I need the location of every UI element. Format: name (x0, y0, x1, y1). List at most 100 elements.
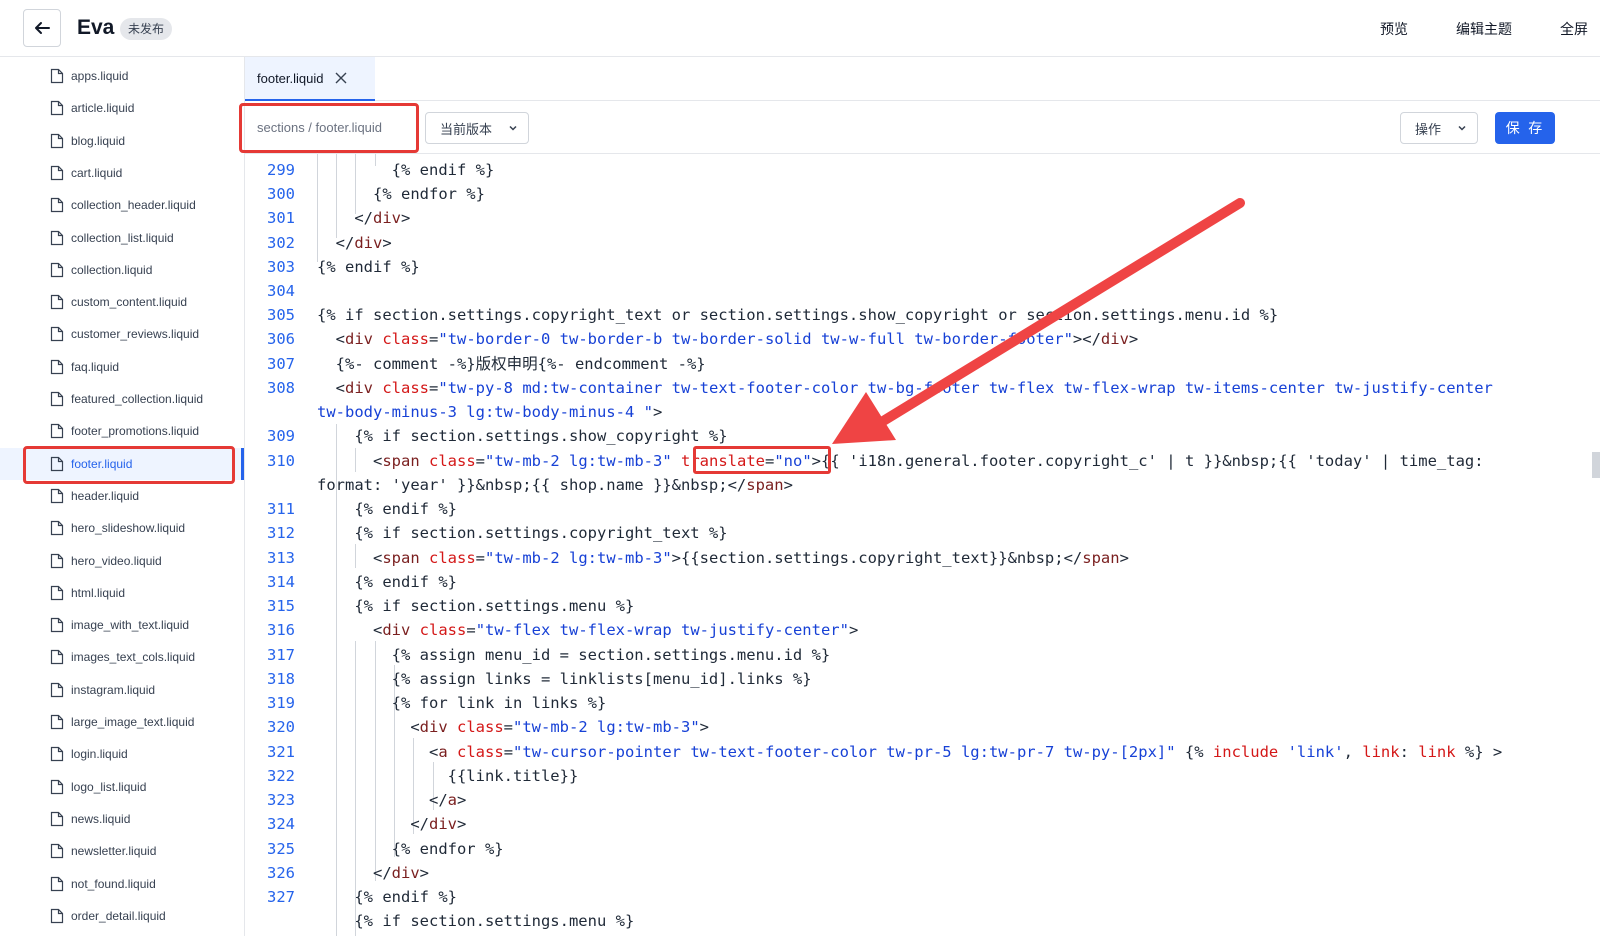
code-line: {% assign menu_id = section.settings.men… (317, 646, 831, 664)
code-line: {% if section.settings.show_copyright %} (317, 427, 728, 445)
line-number: 299 (267, 161, 295, 179)
scroll-marker[interactable] (1592, 452, 1600, 478)
code-line: </a> (317, 791, 467, 809)
line-number: 314 (267, 573, 295, 591)
sidebar-item-footer_promotions-liquid[interactable]: footer_promotions.liquid (0, 415, 244, 447)
sidebar-item-large_image_text-liquid[interactable]: large_image_text.liquid (0, 706, 244, 738)
sidebar-item-header-liquid[interactable]: header.liquid (0, 480, 244, 512)
line-number: 324 (267, 815, 295, 833)
preview-button[interactable]: 预览 (1380, 19, 1408, 39)
file-icon (50, 424, 64, 439)
code-line: {% endif %} (317, 258, 420, 276)
sidebar-item-label: featured_collection.liquid (71, 392, 204, 406)
file-icon (50, 650, 64, 665)
code-line: </div> (317, 209, 411, 227)
sidebar-item-logo_list-liquid[interactable]: logo_list.liquid (0, 771, 244, 803)
sidebar-item-collection-liquid[interactable]: collection.liquid (0, 254, 244, 286)
code-line: <span class="tw-mb-2 lg:tw-mb-3">{{secti… (317, 549, 1129, 567)
code-line: {% endif %} (317, 888, 457, 906)
code-line: {% if section.settings.copyright_text or… (317, 306, 1279, 324)
code-line: <div class="tw-py-8 md:tw-container tw-t… (317, 379, 1493, 397)
file-icon (50, 779, 64, 794)
sidebar-item-customer_reviews-liquid[interactable]: customer_reviews.liquid (0, 318, 244, 350)
file-icon (50, 876, 64, 891)
sidebar-item-faq-liquid[interactable]: faq.liquid (0, 351, 244, 383)
line-number: 322 (267, 767, 295, 785)
file-icon (50, 133, 64, 148)
sidebar-item-blog-liquid[interactable]: blog.liquid (0, 125, 244, 157)
file-icon (50, 262, 64, 277)
sidebar-item-newsletter-liquid[interactable]: newsletter.liquid (0, 835, 244, 867)
line-number: 302 (267, 234, 295, 252)
sidebar-item-news-liquid[interactable]: news.liquid (0, 803, 244, 835)
sidebar-item-order_detail-liquid[interactable]: order_detail.liquid (0, 900, 244, 932)
line-number: 321 (267, 743, 295, 761)
action-select[interactable]: 操作 (1400, 112, 1478, 144)
sidebar-item-instagram-liquid[interactable]: instagram.liquid (0, 674, 244, 706)
file-icon (50, 391, 64, 407)
code-line: </div> (317, 815, 467, 833)
tab-footer-liquid[interactable]: footer.liquid (245, 57, 375, 101)
header-actions: 预览 编辑主题 全屏 (1332, 0, 1588, 57)
version-select[interactable]: 当前版本 (425, 112, 529, 144)
file-icon (50, 68, 64, 84)
sidebar-item-label: images_text_cols.liquid (71, 650, 196, 665)
file-icon (50, 521, 64, 536)
fullscreen-button[interactable]: 全屏 (1560, 19, 1588, 39)
file-icon (50, 230, 64, 245)
sidebar-item-hero_video-liquid[interactable]: hero_video.liquid (0, 545, 244, 577)
sidebar-item-label: collection.liquid (71, 262, 153, 277)
sidebar-item-footer-liquid[interactable]: footer.liquid (0, 447, 244, 480)
sidebar-item-article-liquid[interactable]: article.liquid (0, 92, 244, 124)
save-button[interactable]: 保 存 (1495, 112, 1555, 144)
sidebar-item-image_with_text-liquid[interactable]: image_with_text.liquid (0, 609, 244, 641)
code-line: {{link.title}} (317, 767, 579, 785)
sidebar-item-login-liquid[interactable]: login.liquid (0, 738, 244, 770)
sidebar-item-html-liquid[interactable]: html.liquid (0, 577, 244, 609)
file-path: sections / footer.liquid (257, 120, 383, 135)
file-icon (50, 908, 64, 923)
sidebar-item-label: instagram.liquid (71, 682, 156, 697)
line-number: 316 (267, 621, 295, 639)
sidebar-item-apps-liquid[interactable]: apps.liquid (0, 60, 244, 92)
line-number: 300 (267, 185, 295, 203)
edit-theme-button[interactable]: 编辑主题 (1456, 19, 1512, 39)
action-select-label: 操作 (1415, 122, 1442, 138)
line-number: 313 (267, 549, 295, 567)
sidebar-item-label: header.liquid (71, 488, 140, 503)
file-icon (50, 198, 64, 213)
code-editor[interactable]: 299 300 301 302 303 304 305 306 307 308 309 310 311 3… (245, 154, 1600, 936)
sidebar-item-collection_list-liquid[interactable]: collection_list.liquid (0, 222, 244, 254)
top-bar: Eva 未发布 预览 编辑主题 全屏 (0, 0, 1600, 57)
code-line: </div> (317, 864, 429, 882)
code-line: {% endif %} (317, 500, 457, 518)
sidebar-item-label: hero_slideshow.liquid (71, 521, 186, 536)
sidebar-item-label: collection_list.liquid (71, 230, 174, 245)
sidebar-item-label: large_image_text.liquid (71, 715, 195, 729)
file-icon (50, 101, 64, 116)
sidebar-item-not_found-liquid[interactable]: not_found.liquid (0, 868, 244, 900)
sidebar-item-label: newsletter.liquid (71, 844, 157, 859)
sidebar-item-hero_slideshow-liquid[interactable]: hero_slideshow.liquid (0, 512, 244, 544)
editor-toolbar: sections / footer.liquid 当前版本 操作 保 存 (239, 101, 1600, 154)
sidebar-item-label: blog.liquid (71, 133, 126, 148)
file-icon (50, 714, 64, 730)
sidebar-item-label: footer.liquid (71, 456, 133, 471)
sidebar-item-custom_content-liquid[interactable]: custom_content.liquid (0, 286, 244, 318)
line-number: 306 (267, 330, 295, 348)
sidebar-item-label: order_detail.liquid (71, 908, 166, 923)
code-line: {% endif %} (317, 161, 495, 179)
close-icon[interactable] (334, 71, 348, 85)
line-number: 325 (267, 840, 295, 858)
sidebar-item-collection_header-liquid[interactable]: collection_header.liquid (0, 189, 244, 221)
sidebar-item-label: apps.liquid (71, 69, 129, 83)
back-button[interactable] (23, 9, 61, 47)
sidebar-item-featured_collection-liquid[interactable]: featured_collection.liquid (0, 383, 244, 415)
code-line: {% assign links = linklists[menu_id].lin… (317, 670, 812, 688)
code-line: {% if section.settings.menu %} (317, 597, 635, 615)
line-number: 323 (267, 791, 295, 809)
sidebar-item-images_text_cols-liquid[interactable]: images_text_cols.liquid (0, 641, 244, 673)
line-number: 327 (267, 888, 295, 906)
sidebar-item-cart-liquid[interactable]: cart.liquid (0, 157, 244, 189)
file-icon (50, 617, 64, 633)
